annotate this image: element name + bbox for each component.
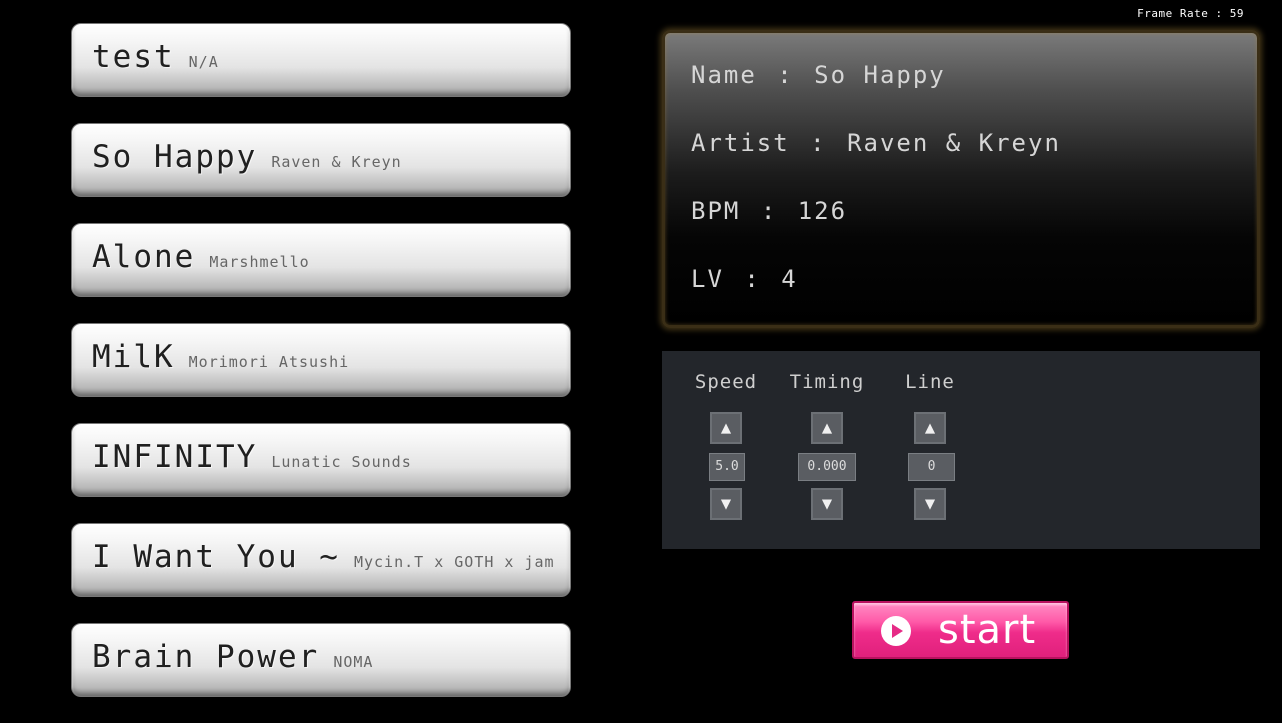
timing-value[interactable]: 0.000 [798,453,856,481]
info-bpm-line: BPM : 126 [691,197,1257,265]
song-item-i-want-you[interactable]: I Want You ~ Mycin.T x GOTH x jam [71,523,571,597]
info-name-value: So Happy [814,61,946,89]
info-lv-value: 4 [781,265,798,293]
info-artist-value: Raven & Kreyn [847,129,1061,157]
info-bpm-value: 126 [797,197,848,225]
timing-up-button[interactable]: ▲ [811,412,843,444]
speed-setting: Speed ▲ 5.0 ▼ [676,351,776,549]
song-artist: Morimori Atsushi [188,353,350,371]
song-artist: Raven & Kreyn [271,153,402,171]
song-title: So Happy [92,139,258,175]
song-artist: Lunatic Sounds [271,453,412,471]
arrow-down-icon: ▼ [924,494,936,514]
frame-rate-label: Frame Rate [1137,7,1209,20]
speed-value[interactable]: 5.0 [709,453,745,481]
timing-down-button[interactable]: ▼ [811,488,843,520]
song-artist: NOMA [333,653,374,671]
line-value[interactable]: 0 [908,453,955,481]
info-name-label: Name [691,61,757,89]
start-label: start [938,607,1037,653]
arrow-up-icon: ▲ [720,418,732,438]
info-artist-label: Artist [691,129,790,157]
info-lv-label: LV [691,265,724,293]
song-title: INFINITY [92,439,258,475]
song-item-infinity[interactable]: INFINITY Lunatic Sounds [71,423,571,497]
line-up-button[interactable]: ▲ [914,412,946,444]
song-item-so-happy[interactable]: So Happy Raven & Kreyn [71,123,571,197]
song-item-alone[interactable]: Alone Marshmello [71,223,571,297]
frame-rate-separator: : [1215,7,1223,20]
play-icon [881,616,911,646]
speed-label: Speed [694,371,758,393]
song-artist: Mycin.T x GOTH x jam [353,553,555,571]
frame-rate-value: 59 [1229,7,1244,20]
song-artist: Marshmello [209,253,310,271]
info-bpm-label: BPM [691,197,741,225]
song-item-brain-power[interactable]: Brain Power NOMA [71,623,571,697]
arrow-up-icon: ▲ [821,418,833,438]
song-title: MilK [92,339,175,375]
start-button[interactable]: start [852,601,1069,659]
song-title: Alone [92,239,196,275]
line-setting: Line ▲ 0 ▼ [880,351,980,549]
song-title: I Want You ~ [92,539,340,575]
song-item-milk[interactable]: MilK Morimori Atsushi [71,323,571,397]
line-label: Line [905,371,955,393]
speed-up-button[interactable]: ▲ [710,412,742,444]
settings-panel: Speed ▲ 5.0 ▼ Timing ▲ 0.000 ▼ Line ▲ 0 … [662,351,1260,549]
info-name-line: Name : So Happy [691,61,1257,129]
info-separator: : [744,265,761,293]
timing-setting: Timing ▲ 0.000 ▼ [777,351,877,549]
song-title: test [92,39,175,75]
speed-down-button[interactable]: ▼ [710,488,742,520]
arrow-up-icon: ▲ [924,418,936,438]
line-down-button[interactable]: ▼ [914,488,946,520]
song-item-test[interactable]: test N/A [71,23,571,97]
song-info-panel: Name : So Happy Artist : Raven & Kreyn B… [662,30,1260,328]
arrow-down-icon: ▼ [821,494,833,514]
info-separator: : [810,129,827,157]
frame-rate-readout: Frame Rate : 59 [1137,7,1244,20]
info-separator: : [760,197,778,225]
info-lv-line: LV : 4 [691,265,1257,333]
info-separator: : [777,61,794,89]
info-artist-line: Artist : Raven & Kreyn [691,129,1257,197]
song-title: Brain Power [92,639,320,675]
timing-label: Timing [789,371,865,393]
arrow-down-icon: ▼ [720,494,732,514]
song-list: test N/A So Happy Raven & Kreyn Alone Ma… [71,23,571,723]
song-artist: N/A [188,53,219,71]
